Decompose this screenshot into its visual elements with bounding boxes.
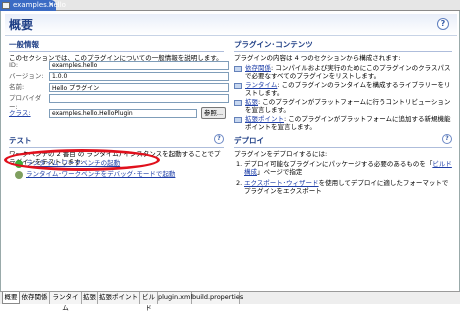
deploy-steps: 1. デプロイ可能なプラグインにパッケージする必要のあるものを「ビルド構成」ページ… bbox=[234, 160, 452, 195]
field-row: バージョン: bbox=[9, 72, 234, 81]
testing-title: テスト? bbox=[9, 134, 224, 148]
field-row: クラス: 参照... bbox=[9, 107, 234, 119]
page-icon bbox=[234, 117, 242, 123]
version-label: バージョン: bbox=[9, 72, 44, 80]
tab-overview[interactable]: 概要 bbox=[2, 292, 20, 304]
editor-tab[interactable]: examples.hello ✕ bbox=[0, 0, 66, 11]
deploy-title-text: デプロイ bbox=[234, 136, 264, 145]
testing-title-text: テスト bbox=[9, 136, 32, 145]
class-field[interactable] bbox=[49, 109, 197, 118]
plugin-file-icon bbox=[2, 2, 10, 9]
version-field[interactable] bbox=[49, 72, 229, 81]
tab-extensions[interactable]: 拡張 bbox=[82, 292, 98, 304]
debug-icon bbox=[15, 171, 23, 179]
editor-page-tabs: 概要 依存関係 ランタイム 拡張 拡張ポイント ビルド plugin.xml b… bbox=[0, 291, 460, 312]
name-field[interactable] bbox=[49, 83, 229, 92]
debug-runtime-label: ランタイム･ワークベンチをデバッグ･モードで起動 bbox=[26, 170, 176, 178]
content-list: 依存関係: コンパイルおよび実行のためにこのプラグインのクラスパスで必要なすべて… bbox=[234, 64, 452, 131]
close-icon[interactable]: ✕ bbox=[48, 0, 54, 11]
help-icon[interactable]: ? bbox=[214, 134, 224, 144]
step-number: 2. bbox=[236, 179, 243, 187]
plugin-content-title: プラグイン･コンテンツ bbox=[234, 39, 452, 52]
list-item: ランタイム: このプラグインのランタイムを構成するライブラリーをリストします。 bbox=[234, 81, 452, 97]
editor-tab-label: examples.hello bbox=[13, 1, 66, 9]
help-icon[interactable]: ? bbox=[437, 18, 449, 30]
name-label: 名前: bbox=[9, 83, 25, 91]
tab-build-properties[interactable]: build.properties bbox=[192, 292, 243, 304]
list-item: 拡張ポイント: このプラグインがプラットフォームに追加する新規機能ポイントを宣言… bbox=[234, 115, 452, 131]
highlight-annotation bbox=[4, 149, 160, 171]
field-row: ID: bbox=[9, 61, 234, 70]
tab-build[interactable]: ビルド bbox=[140, 292, 158, 312]
list-item: 1. デプロイ可能なプラグインにパッケージする必要のあるものを「ビルド構成」ページ… bbox=[234, 160, 452, 176]
page-title: 概要 bbox=[9, 18, 34, 32]
general-info-section: 一般情報 このセクションでは、このプラグインについての一般情報を説明します。 I… bbox=[9, 39, 229, 139]
editor-tab-bar: examples.hello ✕ bbox=[0, 0, 460, 11]
tab-extension-points[interactable]: 拡張ポイント bbox=[98, 292, 140, 304]
deploy-section: デプロイ? プラグインをデプロイするには: 1. デプロイ可能なプラグインにパッケ… bbox=[234, 134, 452, 199]
plugin-content-section: プラグイン･コンテンツ プラグインの内容は 4 つのセクションから構成されます:… bbox=[234, 39, 452, 133]
page-icon bbox=[234, 66, 242, 72]
step-text: 」ページで指定 bbox=[257, 167, 303, 176]
page-icon bbox=[234, 100, 242, 106]
general-info-title: 一般情報 bbox=[9, 39, 224, 52]
browse-button[interactable]: 参照... bbox=[201, 107, 226, 119]
field-row: プロバイダー: bbox=[9, 94, 234, 111]
list-item-text: : このプラグインがプラットフォームに行うコントリビューションを宣言します。 bbox=[245, 98, 451, 114]
class-link[interactable]: クラス: bbox=[9, 109, 47, 118]
tab-runtime[interactable]: ランタイム bbox=[50, 292, 82, 312]
step-number: 1. bbox=[236, 160, 243, 168]
id-field[interactable] bbox=[49, 61, 229, 70]
tab-plugin-xml[interactable]: plugin.xml bbox=[158, 292, 192, 304]
help-icon[interactable]: ? bbox=[442, 134, 452, 144]
page-icon bbox=[234, 83, 242, 89]
list-item: 依存関係: コンパイルおよび実行のためにこのプラグインのクラスパスで必要なすべて… bbox=[234, 64, 452, 80]
tab-dependencies[interactable]: 依存関係 bbox=[20, 292, 50, 304]
id-label: ID: bbox=[9, 61, 19, 69]
list-item-text: : コンパイルおよび実行のためにこのプラグインのクラスパスで必要なすべてのプラグ… bbox=[245, 64, 451, 80]
plugin-content-desc: プラグインの内容は 4 つのセクションから構成されます: bbox=[234, 54, 401, 62]
list-item: 2. エクスポート･ウィザードを使用してデプロイに適したフォーマットでプラグインを… bbox=[234, 179, 452, 195]
deploy-desc: プラグインをデプロイするには: bbox=[234, 150, 328, 158]
debug-runtime-link[interactable]: ランタイム･ワークベンチをデバッグ･モードで起動 bbox=[15, 170, 175, 179]
provider-field[interactable] bbox=[49, 94, 229, 103]
deploy-title: デプロイ? bbox=[234, 134, 452, 148]
page-header: 概要 ? bbox=[5, 14, 457, 36]
list-item: 拡張: このプラグインがプラットフォームに行うコントリビューションを宣言します。 bbox=[234, 98, 452, 114]
field-row: 名前: bbox=[9, 83, 234, 92]
